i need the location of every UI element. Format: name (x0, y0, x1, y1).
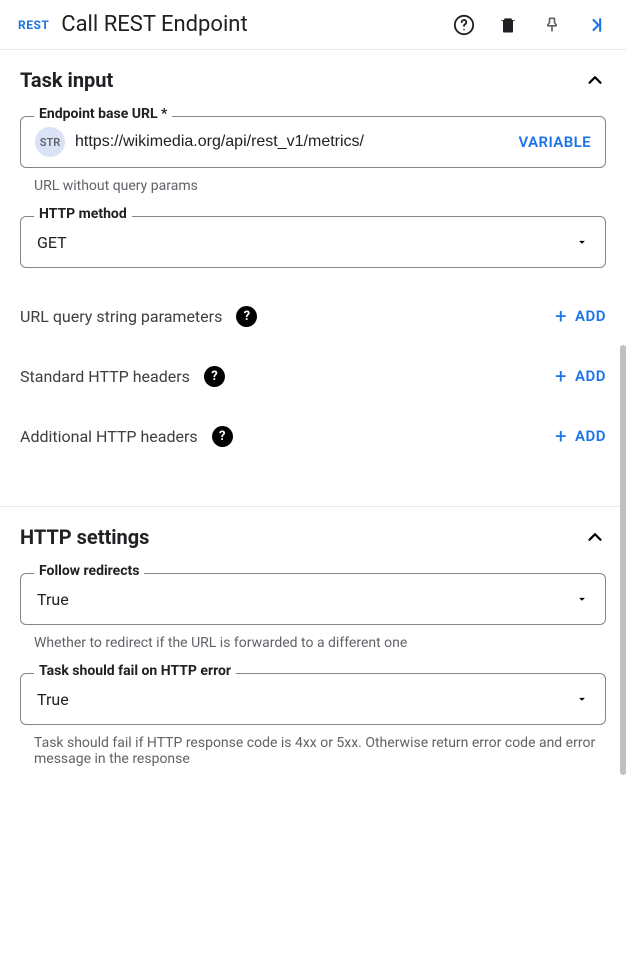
fail-on-error-select[interactable]: True (20, 673, 606, 725)
fail-on-error-value: True (37, 690, 69, 709)
addl-headers-row: Additional HTTP headers ? + ADD (20, 424, 606, 448)
std-headers-row: Standard HTTP headers ? + ADD (20, 364, 606, 388)
http-settings-section: HTTP settings Follow redirects True Whet… (0, 507, 626, 785)
plus-icon: + (555, 424, 567, 448)
plus-icon: + (555, 364, 567, 388)
task-input-header[interactable]: Task input (20, 68, 606, 92)
pin-icon[interactable] (540, 13, 564, 37)
query-params-row: URL query string parameters ? + ADD (20, 304, 606, 328)
panel-header: REST Call REST Endpoint (0, 0, 626, 50)
endpoint-url-box: STR VARIABLE (20, 116, 606, 168)
scrollbar[interactable] (620, 345, 626, 775)
caret-down-icon (575, 592, 589, 606)
add-query-params-button[interactable]: + ADD (555, 304, 606, 328)
add-label: ADD (575, 367, 606, 385)
http-settings-header[interactable]: HTTP settings (20, 525, 606, 549)
addl-headers-left: Additional HTTP headers ? (20, 426, 233, 447)
http-method-field: HTTP method GET (20, 216, 606, 268)
collapse-icon[interactable] (584, 13, 608, 37)
add-label: ADD (575, 427, 606, 445)
help-icon[interactable] (452, 13, 476, 37)
endpoint-url-label: Endpoint base URL * (34, 106, 172, 122)
fail-on-error-hint: Task should fail if HTTP response code i… (34, 735, 606, 767)
fail-on-error-label: Task should fail on HTTP error (34, 663, 236, 679)
header-actions (452, 13, 608, 37)
follow-redirects-value: True (37, 590, 69, 609)
panel-title: Call REST Endpoint (61, 12, 440, 37)
help-icon[interactable]: ? (204, 366, 225, 387)
fail-on-error-field: Task should fail on HTTP error True (20, 673, 606, 725)
delete-icon[interactable] (496, 13, 520, 37)
std-headers-label: Standard HTTP headers (20, 367, 190, 386)
caret-down-icon (575, 692, 589, 706)
query-params-left: URL query string parameters ? (20, 306, 257, 327)
addl-headers-label: Additional HTTP headers (20, 427, 198, 446)
rest-badge: REST (18, 18, 49, 32)
add-std-headers-button[interactable]: + ADD (555, 364, 606, 388)
follow-redirects-hint: Whether to redirect if the URL is forwar… (34, 635, 606, 651)
chevron-up-icon (584, 69, 606, 91)
task-input-title: Task input (20, 68, 113, 92)
endpoint-url-field: Endpoint base URL * STR VARIABLE (20, 116, 606, 168)
endpoint-url-hint: URL without query params (34, 178, 606, 194)
help-icon[interactable]: ? (212, 426, 233, 447)
follow-redirects-label: Follow redirects (34, 563, 144, 579)
add-addl-headers-button[interactable]: + ADD (555, 424, 606, 448)
endpoint-url-input[interactable] (75, 133, 509, 151)
http-method-select[interactable]: GET (20, 216, 606, 268)
plus-icon: + (555, 304, 567, 328)
http-settings-title: HTTP settings (20, 525, 149, 549)
task-input-section: Task input Endpoint base URL * STR VARIA… (0, 50, 626, 494)
follow-redirects-field: Follow redirects True (20, 573, 606, 625)
caret-down-icon (575, 235, 589, 249)
add-label: ADD (575, 307, 606, 325)
variable-button[interactable]: VARIABLE (519, 133, 591, 151)
http-method-label: HTTP method (34, 206, 132, 222)
chevron-up-icon (584, 526, 606, 548)
http-method-value: GET (37, 233, 67, 252)
help-icon[interactable]: ? (236, 306, 257, 327)
std-headers-left: Standard HTTP headers ? (20, 366, 225, 387)
follow-redirects-select[interactable]: True (20, 573, 606, 625)
query-params-label: URL query string parameters (20, 307, 222, 326)
str-type-chip: STR (35, 127, 65, 157)
